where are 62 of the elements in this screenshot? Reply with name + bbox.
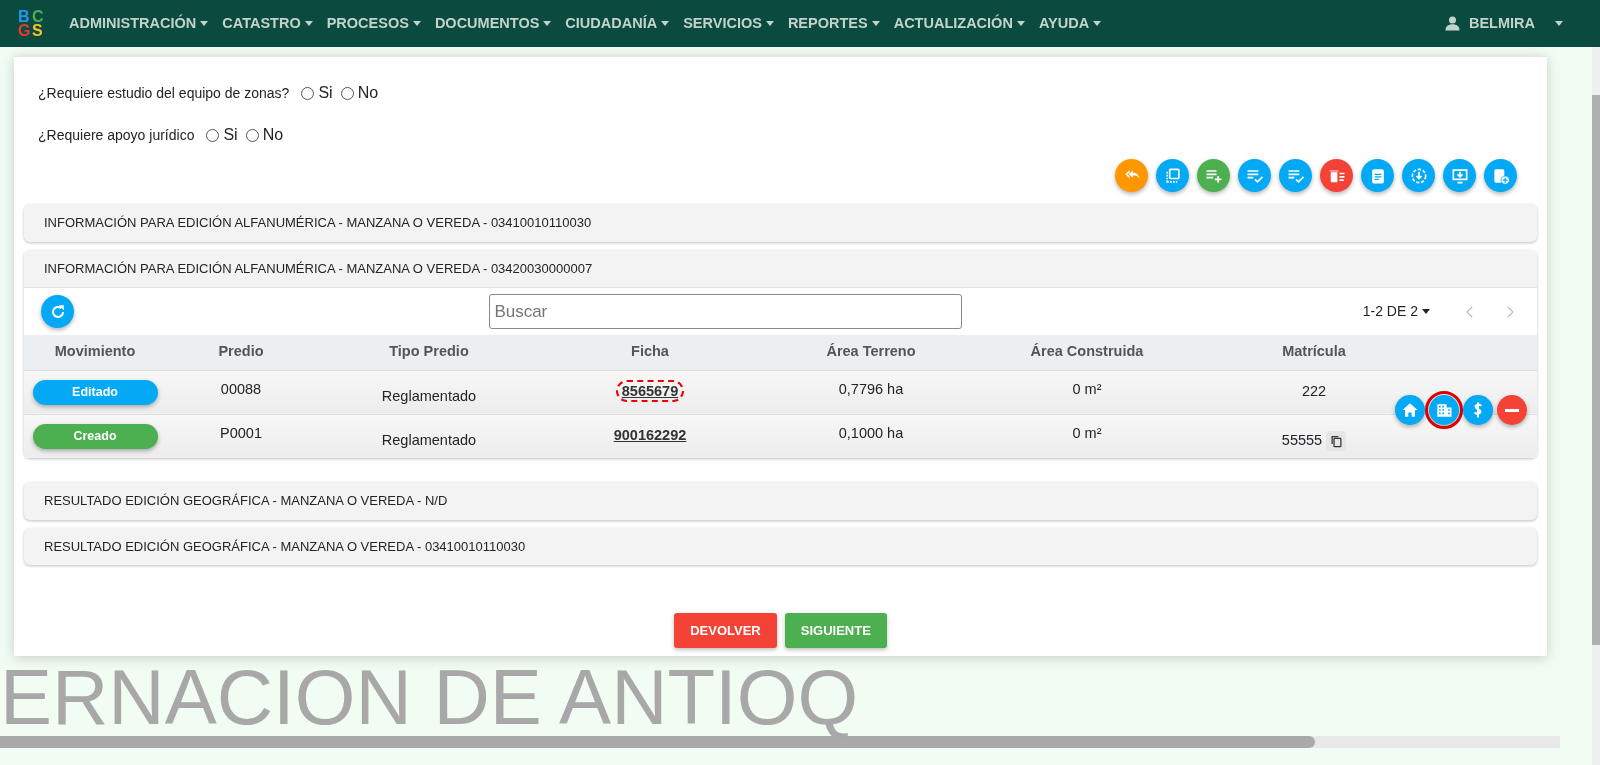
table-cell: P0001: [220, 424, 262, 441]
ficha-link[interactable]: 8565679: [615, 380, 685, 403]
panel-header[interactable]: INFORMACIÓN PARA EDICIÓN ALFANUMÉRICA - MANZANA O VEREDA - 03420030000007: [24, 249, 1537, 288]
menu-item[interactable]: ACTUALIZACIÓN: [886, 12, 1032, 35]
column-header: Área Terreno: [758, 335, 984, 370]
background-text: ERNACION DE ANTIOQ: [0, 658, 859, 736]
panel-header[interactable]: RESULTADO EDICIÓN GEOGRÁFICA - MANZANA O VEREDA - N/D: [24, 482, 1537, 520]
menu-item[interactable]: CATASTRO: [215, 12, 320, 35]
search-field[interactable]: Buscar: [489, 294, 963, 329]
minus-icon: [1505, 408, 1519, 412]
menu-item[interactable]: AYUDA: [1031, 12, 1109, 35]
radio-option[interactable]: Si: [206, 123, 238, 147]
toolbar-button[interactable]: [1279, 159, 1312, 192]
radio-option[interactable]: No: [340, 81, 379, 105]
table-cell: 0 m²: [1072, 424, 1102, 441]
question-label: ¿Requiere estudio del equipo de zonas?: [38, 83, 290, 103]
toolbar-button[interactable]: [1361, 159, 1394, 192]
menu-item[interactable]: ADMINISTRACIÓN: [62, 12, 216, 35]
menu-item[interactable]: CIUDADANÍA: [558, 12, 677, 35]
panel-header[interactable]: RESULTADO EDICIÓN GEOGRÁFICA - MANZANA O VEREDA - 03410010110030: [24, 527, 1537, 565]
toolbar-button[interactable]: [1115, 159, 1148, 192]
panel-header[interactable]: INFORMACIÓN PARA EDICIÓN ALFANUMÉRICA - MANZANA O VEREDA - 03410010110030: [24, 204, 1537, 242]
toolbar-button[interactable]: [1238, 159, 1271, 192]
table-cell: 55555: [1281, 431, 1323, 448]
copy-icon: [1328, 433, 1344, 449]
menu-item[interactable]: PROCESOS: [319, 12, 428, 35]
refresh-button[interactable]: [41, 295, 74, 328]
page-size-dropdown[interactable]: 1-2 DE 2: [1353, 296, 1439, 327]
table-cell: 0,1000 ha: [838, 424, 904, 441]
menu-item[interactable]: DOCUMENTOS: [427, 12, 559, 35]
menu-item[interactable]: SERVICIOS: [676, 12, 781, 35]
question-label: ¿Requiere apoyo jurídico: [38, 125, 195, 145]
column-header: Movimiento: [24, 335, 166, 370]
menu-item[interactable]: REPORTES: [780, 12, 887, 35]
column-header: Área Construida: [984, 335, 1190, 370]
copy-button[interactable]: [1326, 431, 1347, 452]
radio-option[interactable]: Si: [301, 81, 333, 105]
logo-letter: C: [32, 9, 45, 24]
table-cell: Reglamentado: [381, 387, 477, 404]
table-cell: 0 m²: [1072, 380, 1102, 397]
toolbar-button[interactable]: [1197, 159, 1230, 192]
column-header: Matrícula: [1190, 335, 1438, 370]
toolbar-button[interactable]: [1443, 159, 1476, 192]
toolbar-button[interactable]: [1320, 159, 1353, 192]
table-cell: 0,7796 ha: [838, 380, 904, 397]
user-icon: [1443, 15, 1461, 32]
ficha-link[interactable]: 900162292: [609, 426, 691, 445]
table-cell: 222: [1301, 382, 1327, 399]
toolbar-button[interactable]: [1484, 159, 1517, 192]
user-menu[interactable]: BELMIRA: [1436, 12, 1570, 35]
logo-letter: S: [32, 23, 44, 38]
radio-option[interactable]: No: [245, 123, 284, 147]
table-cell: Reglamentado: [381, 431, 477, 448]
toolbar-button[interactable]: [1402, 159, 1435, 192]
logo-letter: B: [18, 9, 31, 24]
column-header: Ficha: [542, 335, 758, 370]
logo-letter: G: [18, 23, 32, 38]
column-header: Predio: [166, 335, 316, 370]
toolbar-button[interactable]: [1156, 159, 1189, 192]
table-cell: 00088: [220, 380, 262, 397]
action-button[interactable]: DEVOLVER: [674, 613, 777, 648]
column-header: Tipo Predio: [316, 335, 542, 370]
